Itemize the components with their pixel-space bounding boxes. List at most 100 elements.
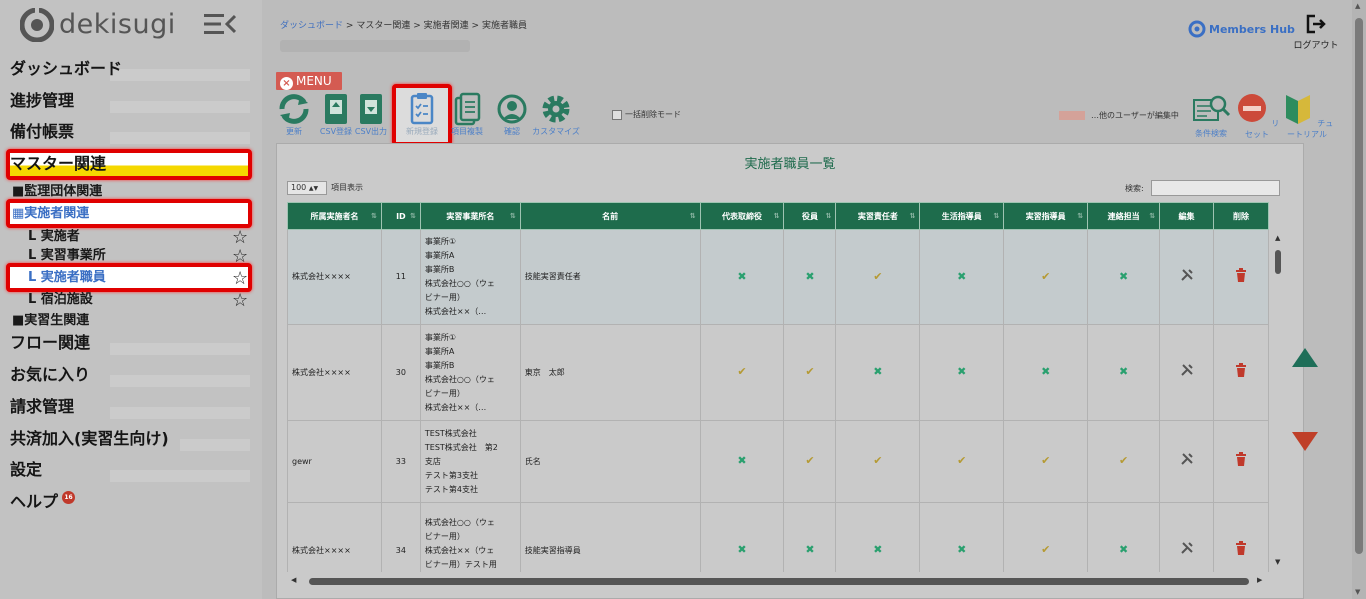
column-header[interactable]: 連絡担当 ⇅ bbox=[1087, 202, 1161, 230]
sort-icon[interactable]: ⇅ bbox=[371, 212, 377, 220]
nav-progress[interactable]: 進捗管理 bbox=[10, 90, 250, 113]
scroll-down-icon[interactable]: ▼ bbox=[1355, 588, 1360, 596]
scroll-left-icon[interactable]: ◀ bbox=[291, 576, 296, 584]
column-header[interactable]: 実習責任者 ⇅ bbox=[835, 202, 921, 230]
table-row[interactable]: 株式会社×××× 30 事業所① 事業所A 事業所B 株式会社○○（ウェ ビナー用） 株式会社… bbox=[287, 324, 1269, 421]
tutorial-button[interactable]: チュートリアル bbox=[1278, 92, 1336, 140]
nav-shukuhaku[interactable]: L 宿泊施設 bbox=[28, 292, 93, 308]
column-header[interactable]: 名前 ⇅ bbox=[519, 202, 701, 230]
search-input[interactable] bbox=[1151, 180, 1280, 196]
cell-name: 東京 太郎 bbox=[519, 324, 701, 421]
column-header[interactable]: 役員 ⇅ bbox=[783, 202, 837, 230]
collapse-menu-icon[interactable] bbox=[204, 12, 236, 36]
sort-icon[interactable]: ⇅ bbox=[1077, 212, 1083, 220]
favorite-star-icon[interactable]: ☆ bbox=[232, 229, 248, 247]
wrench-edit-icon[interactable] bbox=[1180, 268, 1194, 282]
sort-icon[interactable]: ⇅ bbox=[993, 212, 999, 220]
wrench-edit-icon[interactable] bbox=[1180, 452, 1194, 466]
scroll-down-icon[interactable]: ▼ bbox=[1275, 558, 1280, 566]
scroll-bottom-arrow-icon[interactable] bbox=[1292, 432, 1318, 451]
sort-icon[interactable]: ⇅ bbox=[410, 212, 416, 220]
column-header-label: 実習指導員 bbox=[1025, 211, 1066, 221]
csv-download-button[interactable]: CSV出力 bbox=[348, 92, 394, 137]
breadcrumb-dashboard[interactable]: ダッシュボード bbox=[280, 21, 343, 31]
scroll-up-icon[interactable]: ▲ bbox=[1355, 2, 1360, 10]
favorite-star-icon[interactable]: ☆ bbox=[232, 270, 248, 288]
column-header[interactable]: ID ⇅ bbox=[380, 202, 421, 230]
cross-icon: ✖ bbox=[957, 543, 967, 556]
office-line: テスト第3支社 bbox=[424, 470, 478, 480]
sort-icon[interactable]: ⇅ bbox=[826, 212, 832, 220]
scroll-right-icon[interactable]: ▶ bbox=[1257, 576, 1262, 584]
sort-icon[interactable]: ⇅ bbox=[510, 212, 516, 220]
nav-forms[interactable]: 備付帳票 bbox=[10, 121, 250, 144]
members-hub-link[interactable]: Members Hub bbox=[1188, 20, 1295, 38]
column-header[interactable]: 編集 bbox=[1159, 202, 1214, 230]
nav-jisshu-jigyosho[interactable]: L 実習事業所 bbox=[28, 248, 106, 264]
scroll-thumb[interactable] bbox=[1275, 250, 1281, 274]
logout-button[interactable]: ログアウト bbox=[1290, 14, 1342, 51]
cell-role-flag: ✔ bbox=[1003, 229, 1089, 325]
nav-billing[interactable]: 請求管理 bbox=[10, 396, 250, 419]
nav-master[interactable]: マスター関連 bbox=[10, 153, 250, 175]
condition-search-button[interactable]: 条件検索 bbox=[1188, 92, 1234, 139]
wrench-edit-icon[interactable] bbox=[1180, 363, 1194, 377]
nav-jissha-group[interactable]: ▦実施者関連 bbox=[12, 206, 89, 222]
trash-icon[interactable] bbox=[1235, 541, 1247, 555]
trash-icon[interactable] bbox=[1235, 267, 1247, 282]
trash-icon[interactable] bbox=[1235, 452, 1247, 466]
tool-label: 項目複製 bbox=[451, 127, 483, 136]
cell-role-flag: ✖ bbox=[919, 229, 1005, 325]
page-scrollbar[interactable]: ▲ ▼ bbox=[1352, 0, 1366, 599]
table-row[interactable]: 株式会社×××× 11 事業所① 事業所A 事業所B 株式会社○○（ウェ ビナー用） 株式会社… bbox=[287, 229, 1269, 325]
table-row[interactable]: 株式会社×××× 34 株式会社○○（ウェ ビナー用） 株式会社××（ウェ ビナー用）テス… bbox=[287, 502, 1269, 572]
customize-button[interactable]: カスタマイズ bbox=[530, 92, 582, 137]
table-horizontal-scrollbar[interactable]: ◀ ▶ bbox=[287, 575, 1269, 587]
nav-jisshisha-shokuin[interactable]: L 実施者職員 bbox=[28, 270, 106, 286]
nav-dashboard[interactable]: ダッシュボード bbox=[10, 58, 250, 81]
bulk-delete-checkbox[interactable] bbox=[612, 109, 622, 120]
column-header[interactable]: 実習指導員 ⇅ bbox=[1003, 202, 1089, 230]
page-scroll-thumb[interactable] bbox=[1355, 18, 1363, 554]
nav-favorites[interactable]: お気に入り bbox=[10, 364, 250, 387]
scroll-thumb[interactable] bbox=[309, 578, 1249, 585]
menu-toggle-button[interactable]: × MENU bbox=[276, 72, 342, 90]
column-header[interactable]: 実習事業所名 ⇅ bbox=[419, 202, 521, 230]
cell-company: 株式会社×××× bbox=[287, 324, 382, 421]
cell-name: 技能実習責任者 bbox=[519, 229, 701, 325]
nav-help[interactable]: ヘルプ 16 bbox=[10, 491, 250, 513]
nav-jisshisha[interactable]: L 実施者 bbox=[28, 229, 80, 245]
gear-icon bbox=[542, 95, 570, 123]
scroll-up-icon[interactable]: ▲ bbox=[1275, 234, 1280, 242]
reset-button[interactable]: リセット bbox=[1234, 92, 1280, 140]
scroll-top-arrow-icon[interactable] bbox=[1292, 348, 1318, 367]
wrench-edit-icon[interactable] bbox=[1180, 541, 1194, 555]
table-vertical-scrollbar[interactable]: ▲ ▼ bbox=[1272, 232, 1284, 572]
nav-kanri-dantai[interactable]: ■監理団体関連 bbox=[12, 184, 102, 200]
column-header[interactable]: 所属実施者名 ⇅ bbox=[287, 202, 382, 230]
trash-icon[interactable] bbox=[1235, 363, 1247, 377]
nav-insurance[interactable]: 共済加入(実習生向け) bbox=[10, 428, 250, 451]
cell-role-flag: ✖ bbox=[1087, 324, 1161, 421]
page-size-select[interactable]: 100 ▲▼ bbox=[287, 181, 327, 195]
cell-role-flag: ✖ bbox=[835, 324, 921, 421]
office-line: TEST株式会社 第2 bbox=[424, 442, 498, 452]
column-header[interactable]: 生活指導員 ⇅ bbox=[919, 202, 1005, 230]
table-row[interactable]: gewr 33 TEST株式会社 TEST株式会社 第2 支店 テスト第3支社 テスト第4支… bbox=[287, 420, 1269, 503]
nav-jisshusei[interactable]: ■実習生関連 bbox=[12, 313, 89, 329]
bulk-delete-toggle[interactable]: 一括削除モード bbox=[612, 109, 681, 120]
nav-flow[interactable]: フロー関連 bbox=[10, 332, 250, 355]
help-badge: 16 bbox=[62, 491, 76, 504]
column-header[interactable]: 代表取締役 ⇅ bbox=[699, 202, 785, 230]
sort-icon[interactable]: ⇅ bbox=[1149, 212, 1155, 220]
app-logo[interactable]: dekisugi bbox=[20, 8, 176, 42]
nav-settings[interactable]: 設定 bbox=[10, 459, 250, 482]
sort-icon[interactable]: ⇅ bbox=[690, 212, 696, 220]
favorite-star-icon[interactable]: ☆ bbox=[232, 292, 248, 310]
column-header[interactable]: 削除 bbox=[1213, 202, 1269, 230]
cell-company: 株式会社×××× bbox=[287, 229, 382, 325]
sort-icon[interactable]: ⇅ bbox=[774, 212, 780, 220]
tool-label: 確認 bbox=[504, 127, 520, 136]
sort-icon[interactable]: ⇅ bbox=[909, 212, 915, 220]
column-header-label: 名前 bbox=[602, 211, 619, 221]
